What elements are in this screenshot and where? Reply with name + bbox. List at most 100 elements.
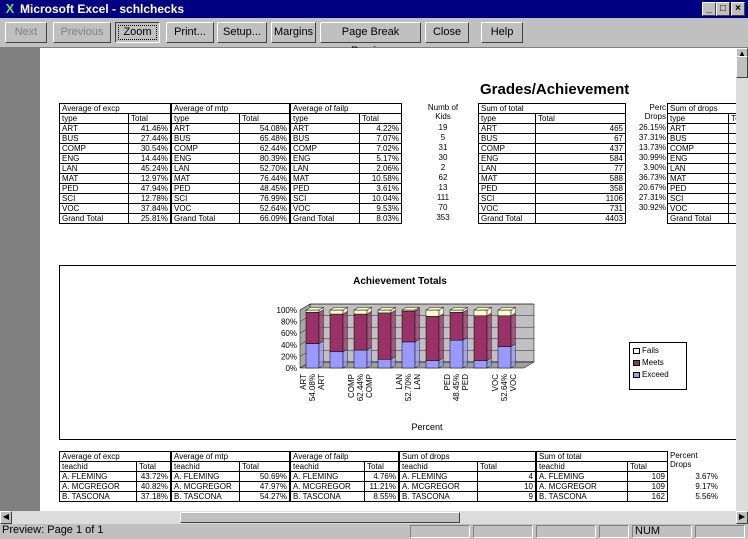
pivot-col-a: type bbox=[666, 113, 730, 124]
zoom-button[interactable]: Zoom bbox=[115, 22, 160, 43]
bar-segment-fails bbox=[353, 309, 368, 315]
table-row: BUS 27.44% bbox=[59, 133, 171, 144]
page-break-preview-button[interactable]: Page Break Preview bbox=[320, 22, 421, 57]
row-label: ENG bbox=[290, 153, 360, 164]
kids-header-line1: Numb of bbox=[427, 103, 459, 112]
title-bar: X Microsoft Excel - schlchecks _ □ × bbox=[0, 0, 748, 18]
table-row: COMP 7.02% bbox=[290, 143, 402, 154]
bar-segment-meets bbox=[305, 312, 320, 344]
table-row: Grand Total1 bbox=[666, 213, 736, 224]
table-row: A. FLEMING 43.72% bbox=[59, 471, 171, 482]
table-row: ENG bbox=[666, 153, 736, 164]
preview-area: Grades/Achievement Average of excp type To… bbox=[0, 48, 736, 511]
table-row: A. FLEMING 109 bbox=[536, 471, 668, 482]
row-label: A. MCGREGOR bbox=[399, 481, 478, 492]
status-panel-2 bbox=[473, 525, 533, 538]
legend-swatch bbox=[633, 371, 640, 378]
print-button[interactable]: Print... bbox=[166, 22, 214, 43]
table-row: MAT 588 bbox=[478, 173, 626, 184]
previous-button[interactable]: Previous bbox=[53, 22, 111, 43]
row-label: ART bbox=[290, 123, 360, 134]
kids-values: 19 5 31 30 2 62 13 111 70 353 bbox=[412, 123, 474, 223]
x-category-label: VOC bbox=[491, 374, 500, 392]
table-row: ART 465 bbox=[478, 123, 626, 134]
pivot-col-a: type bbox=[59, 113, 129, 124]
row-value: 76.99% bbox=[239, 193, 290, 204]
scroll-right-icon[interactable]: ▶ bbox=[736, 511, 748, 524]
bar-segment-exceed bbox=[497, 346, 512, 369]
pivot-header: Average of excp bbox=[59, 451, 171, 462]
bar-side-meets bbox=[438, 313, 444, 361]
row-value: 25.81% bbox=[128, 213, 171, 224]
perc-drops-header-line2: Drops bbox=[644, 112, 666, 121]
pivot-table-excp: Average of excp type Total ART 41.46% BUS 27.4… bbox=[59, 103, 171, 224]
maximize-button[interactable]: □ bbox=[716, 2, 730, 16]
row-label: SCI bbox=[290, 193, 360, 204]
legend-item: Fails bbox=[633, 345, 683, 357]
next-button[interactable]: Next bbox=[5, 22, 47, 43]
row-value: 47.97% bbox=[239, 481, 290, 492]
column-value: 20.67% bbox=[638, 183, 666, 192]
column-value: 36.73% bbox=[638, 173, 666, 182]
pivot-header: Average of failp bbox=[290, 451, 399, 462]
table-row: LAN bbox=[666, 163, 736, 174]
table-row: VOC 37.84% bbox=[59, 203, 171, 214]
row-value: 12.78% bbox=[128, 193, 171, 204]
row-label: VOC bbox=[290, 203, 360, 214]
table-row: B. TASCONA 8.55% bbox=[290, 491, 399, 502]
row-label: MAT bbox=[666, 173, 730, 184]
pivot-header-row: Sum of drops bbox=[667, 103, 736, 114]
pivot-header-row: Average of mtp bbox=[171, 103, 290, 114]
margins-button[interactable]: Margins bbox=[271, 22, 316, 43]
close-preview-button[interactable]: Close bbox=[425, 22, 469, 43]
setup-button[interactable]: Setup... bbox=[217, 22, 267, 43]
table-row: B. TASCONA 54.27% bbox=[171, 491, 290, 502]
table-row: PED 47.94% bbox=[59, 183, 171, 194]
row-label: Grand Total bbox=[59, 213, 129, 224]
minimize-button[interactable]: _ bbox=[702, 2, 716, 16]
table-row: Grand Total 66.09% bbox=[171, 213, 290, 224]
row-label: PED bbox=[59, 183, 129, 194]
bar-side-exceed bbox=[510, 343, 516, 369]
row-value: 4 bbox=[477, 471, 536, 482]
achievement-chart[interactable]: Achievement Totals 0% 20% 40% 60% 80% 100% ART… bbox=[59, 265, 736, 440]
table-row: COMP bbox=[666, 143, 736, 154]
table-row: VOC bbox=[666, 203, 736, 214]
row-label: ART bbox=[171, 123, 240, 134]
x-category-label: 52.64% bbox=[500, 374, 509, 401]
horizontal-scroll-thumb[interactable] bbox=[180, 512, 460, 523]
close-window-button[interactable]: × bbox=[731, 2, 745, 16]
table-row: SCI 76.99% bbox=[171, 193, 290, 204]
window-title: Microsoft Excel - schlchecks bbox=[20, 2, 185, 16]
table-row: ENG 80.39% bbox=[171, 153, 290, 164]
row-value: 2 bbox=[728, 173, 736, 184]
row-label: Grand Total bbox=[290, 213, 360, 224]
bar-segment-fails bbox=[329, 309, 344, 315]
row-value: 47.94% bbox=[128, 183, 171, 194]
horizontal-scrollbar[interactable]: ◀ ▶ bbox=[0, 511, 748, 524]
x-category-label: 52.70% bbox=[404, 374, 413, 401]
vertical-scroll-thumb[interactable] bbox=[736, 56, 748, 78]
pivot-header: Average of failp bbox=[290, 103, 402, 114]
row-value: 3 bbox=[728, 193, 736, 204]
teacher-table-total: Sum of total teachid Total A. FLEMING 109 A. … bbox=[536, 451, 668, 502]
bar-segment-exceed bbox=[449, 339, 464, 369]
table-row: ART 4.22% bbox=[290, 123, 402, 134]
bar-side-exceed bbox=[462, 337, 468, 369]
table-row: Grand Total 25.81% bbox=[59, 213, 171, 224]
row-label: B. TASCONA bbox=[399, 491, 478, 502]
vertical-scrollbar[interactable]: ▲ bbox=[736, 48, 748, 511]
table-row: ENG 584 bbox=[478, 153, 626, 164]
table-row: BUS 67 bbox=[478, 133, 626, 144]
scroll-left-icon[interactable]: ◀ bbox=[0, 511, 12, 524]
legend-label: Exceed bbox=[642, 370, 669, 379]
pivot-header: Sum of total bbox=[478, 103, 626, 114]
row-value: 731 bbox=[535, 203, 626, 214]
column-value: 27.31% bbox=[638, 193, 666, 202]
help-button[interactable]: Help bbox=[481, 22, 523, 43]
y-tick-label: 0% bbox=[285, 364, 297, 373]
pivot-col-a: teachid bbox=[536, 461, 628, 472]
pivot-col-a: type bbox=[290, 113, 360, 124]
perc-drops-header-line1: Perc bbox=[649, 103, 666, 112]
row-label: VOC bbox=[59, 203, 129, 214]
